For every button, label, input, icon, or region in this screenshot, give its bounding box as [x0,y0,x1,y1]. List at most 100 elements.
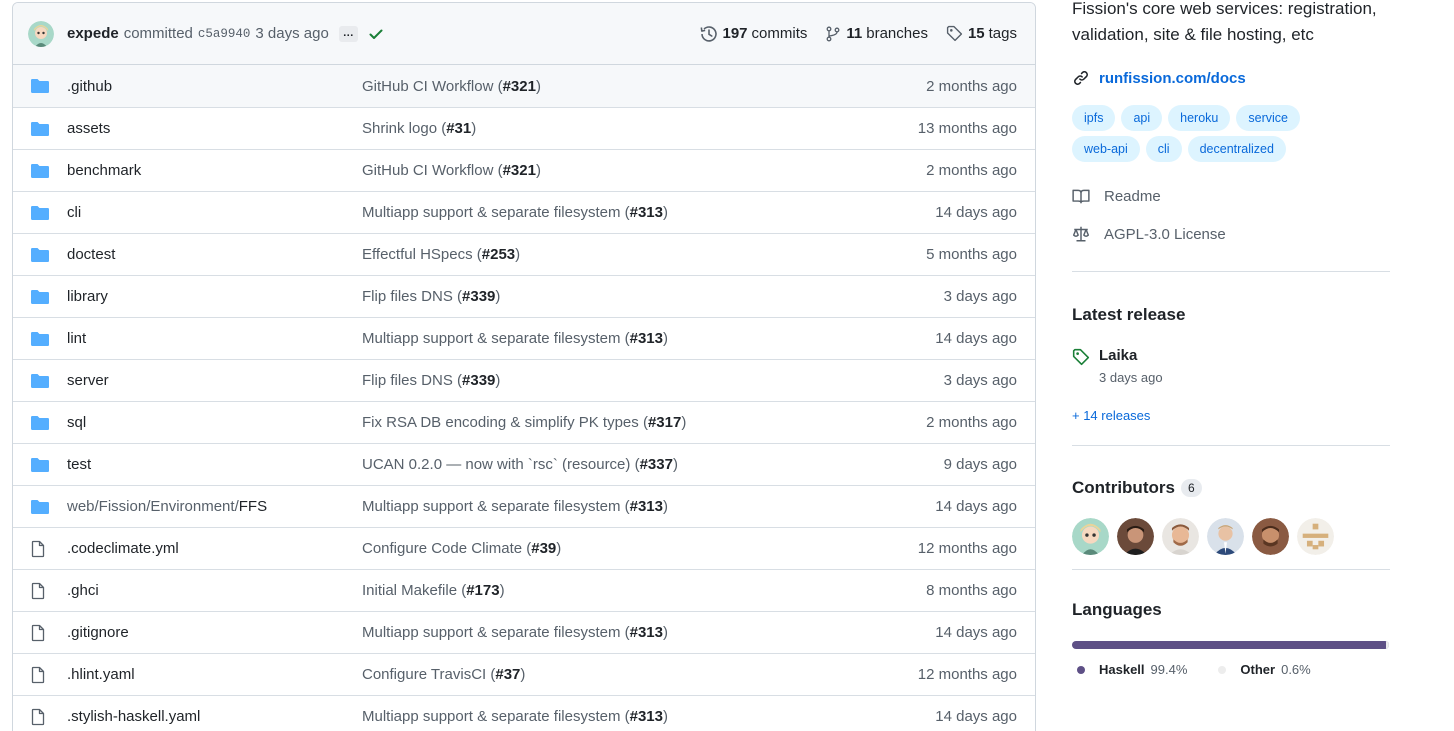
history-icon [700,25,717,42]
pull-request-link[interactable]: #337 [640,456,673,473]
file-name: .ghci [67,582,99,599]
pull-request-link[interactable]: #39 [531,540,556,557]
latest-release-heading[interactable]: Latest release [1072,305,1390,325]
file-name-link[interactable]: benchmark [67,162,141,179]
readme-row[interactable]: Readme [1072,187,1390,205]
commit-message-link[interactable]: Multiapp support & separate filesystem (… [362,498,668,515]
commit-age: 12 months ago [917,666,1017,683]
commit-message-link[interactable]: GitHub CI Workflow (#321) [362,162,541,179]
commit-message-link[interactable]: GitHub CI Workflow (#321) [362,78,541,95]
commit-age: 14 days ago [935,204,1017,221]
topic-tag-api[interactable]: api [1121,105,1163,131]
branches-label: branches [866,25,928,42]
commit-message-link[interactable]: Multiapp support & separate filesystem (… [362,204,668,221]
repo-description: Fission's core web services: registratio… [1072,0,1377,44]
contributors-heading[interactable]: Contributors 6 [1072,478,1390,498]
pull-request-link[interactable]: #37 [495,666,520,683]
file-name-link[interactable]: doctest [67,246,115,263]
pull-request-link[interactable]: #313 [630,624,663,641]
file-name-link[interactable]: web/Fission/Environment/FFS [67,498,267,515]
expand-commit-button[interactable]: … [338,25,358,42]
pull-request-link[interactable]: #321 [503,78,536,95]
file-name: .stylish-haskell.yaml [67,708,201,725]
check-icon[interactable] [368,26,384,42]
language-item[interactable]: Haskell 99.4% [1072,662,1187,677]
commit-age: 13 months ago [917,120,1017,137]
file-icon [30,624,52,642]
commit-message-link[interactable]: Configure TravisCI (#37) [362,666,525,683]
commit-message-link[interactable]: UCAN 0.2.0 — now with `rsc` (resource) (… [362,456,678,473]
commit-message-link[interactable]: Multiapp support & separate filesystem (… [362,624,668,641]
file-name-link[interactable]: cli [67,204,81,221]
commit-message-link[interactable]: Multiapp support & separate filesystem (… [362,330,668,347]
pull-request-link[interactable]: #313 [630,708,663,725]
file-name-link[interactable]: .codeclimate.yml [67,540,179,557]
commit-message-link[interactable]: Fix RSA DB encoding & simplify PK types … [362,414,686,431]
pull-request-link[interactable]: #321 [503,162,536,179]
file-name: FFS [238,498,268,515]
pull-request-link[interactable]: #317 [648,414,681,431]
license-row[interactable]: AGPL-3.0 License [1072,225,1390,243]
contributor-avatar[interactable] [1072,518,1109,555]
more-releases-link[interactable]: + 14 releases [1072,408,1390,423]
pull-request-link[interactable]: #173 [466,582,499,599]
file-name-link[interactable]: server [67,372,109,389]
contributor-avatar[interactable] [1162,518,1199,555]
commits-link[interactable]: 197 commits [700,25,807,43]
pull-request-link[interactable]: #313 [630,498,663,515]
contributor-avatar[interactable] [1252,518,1289,555]
tags-link[interactable]: 15 tags [946,25,1017,42]
file-name-link[interactable]: .stylish-haskell.yaml [67,708,200,725]
commit-sha-link[interactable]: c5a9940 [198,27,251,41]
commit-message-link[interactable]: Multiapp support & separate filesystem (… [362,708,668,725]
divider [1072,271,1390,272]
file-row: lint Multiapp support & separate filesyst… [13,317,1035,359]
pull-request-link[interactable]: #31 [446,120,471,137]
file-row: library Flip files DNS (#339) 3 days ago [13,275,1035,317]
file-name-link[interactable]: .hlint.yaml [67,666,135,683]
file-name-link[interactable]: .gitignore [67,624,129,641]
language-item[interactable]: Other 0.6% [1213,662,1311,677]
topic-tag-ipfs[interactable]: ipfs [1072,105,1116,131]
languages-list: Haskell 99.4% Other 0.6% [1072,662,1390,677]
pull-request-link[interactable]: #339 [462,288,495,305]
commit-message-link[interactable]: Shrink logo (#31) [362,120,476,137]
commit-message-link[interactable]: Flip files DNS (#339) [362,372,500,389]
divider [1072,445,1390,446]
topic-tag-cli[interactable]: cli [1145,136,1182,162]
file-name-link[interactable]: test [67,456,91,473]
contributor-avatar[interactable] [1297,518,1334,555]
commit-message-link[interactable]: Effectful HSpecs (#253) [362,246,520,263]
file-name-link[interactable]: sql [67,414,86,431]
file-name: .hlint.yaml [67,666,135,683]
file-name-link[interactable]: .github [67,78,112,95]
folder-icon [30,499,52,515]
topic-tag-service[interactable]: service [1236,105,1300,131]
file-list: .github GitHub CI Workflow (#321) 2 months… [13,65,1035,731]
pull-request-link[interactable]: #253 [482,246,515,263]
languages-heading: Languages [1072,600,1162,619]
commit-message-link[interactable]: Initial Makefile (#173) [362,582,505,599]
commit-message-link[interactable]: Flip files DNS (#339) [362,288,500,305]
commit-author-link[interactable]: expede [67,25,119,42]
latest-release[interactable]: Laika 3 days ago [1072,347,1390,385]
file-name-link[interactable]: library [67,288,108,305]
topic-tag-heroku[interactable]: heroku [1168,105,1231,131]
commits-count: 197 [722,25,748,42]
contributor-avatar[interactable] [1117,518,1154,555]
commit-message-link[interactable]: Configure Code Climate (#39) [362,540,561,557]
pull-request-link[interactable]: #339 [462,372,495,389]
topic-tag-web-api[interactable]: web-api [1072,136,1140,162]
branches-link[interactable]: 11 branches [825,25,928,42]
pull-request-link[interactable]: #313 [630,330,663,347]
author-avatar[interactable] [28,20,54,47]
file-name-link[interactable]: .ghci [67,582,99,599]
file-name-link[interactable]: assets [67,120,110,137]
file-row: .hlint.yaml Configure TravisCI (#37) 12 mo… [13,653,1035,695]
contributor-avatar[interactable] [1207,518,1244,555]
topic-tag-decentralized[interactable]: decentralized [1187,136,1286,162]
website-link[interactable]: runfission.com/docs [1099,70,1246,87]
pull-request-link[interactable]: #313 [630,204,663,221]
file-name-link[interactable]: lint [67,330,86,347]
file-name: doctest [67,246,116,263]
